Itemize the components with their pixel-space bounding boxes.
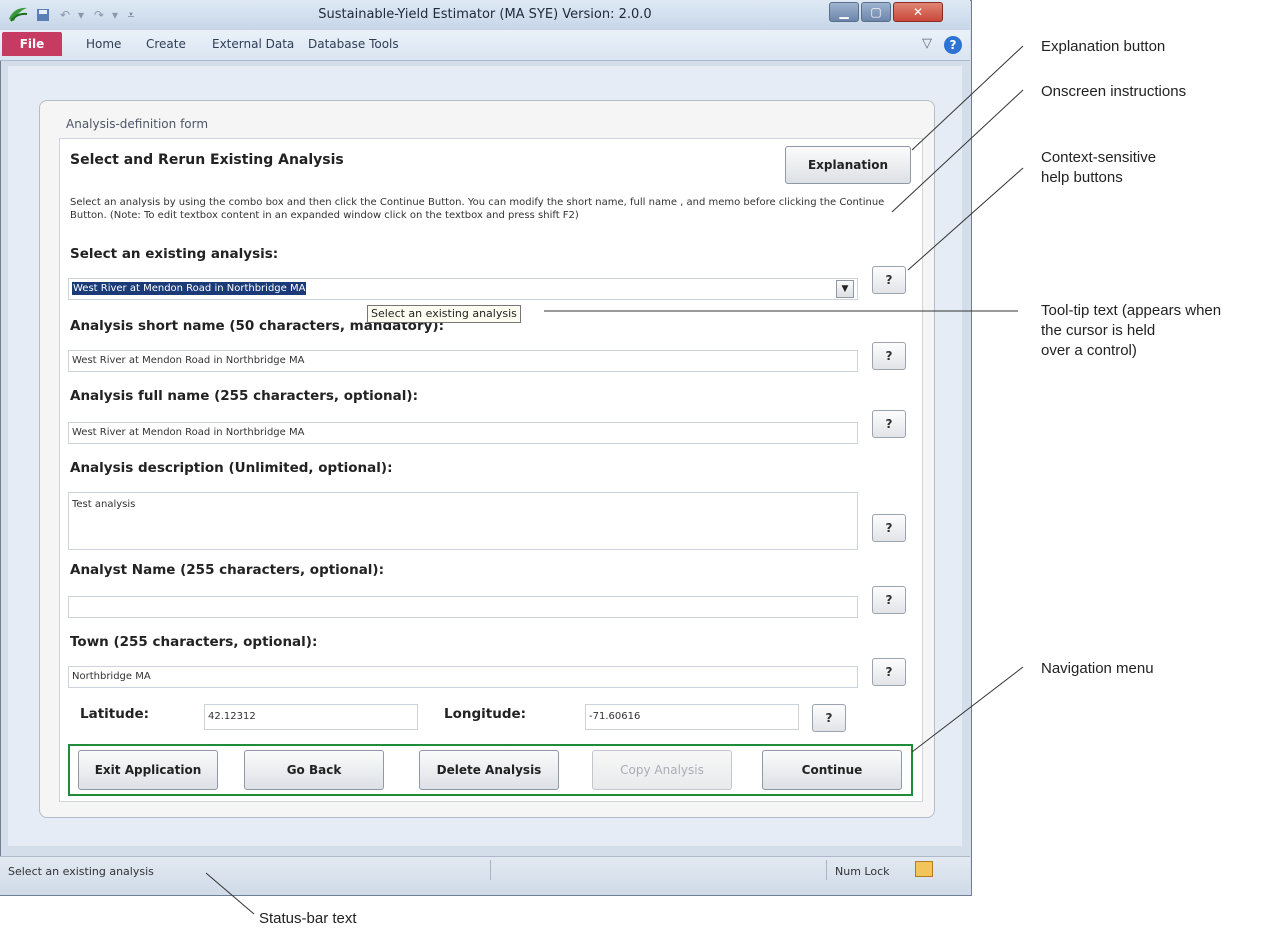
callout-help-buttons-line1: Context-sensitive — [1041, 149, 1157, 166]
callout-onscreen-instructions: Onscreen instructions — [1041, 83, 1187, 100]
callout-status-bar-text: Status-bar text — [259, 910, 357, 927]
callout-navigation-menu: Navigation menu — [1041, 660, 1154, 677]
callout-tooltip-line3: over a control) — [1041, 342, 1137, 359]
callout-leader-lines — [205, 45, 1024, 915]
callout-help-buttons-line2: help buttons — [1041, 169, 1123, 186]
callout-tooltip-line1: Tool-tip text (appears when — [1041, 302, 1222, 319]
callout-explanation-button: Explanation button — [1041, 38, 1166, 55]
callout-tooltip-line2: the cursor is held — [1041, 322, 1156, 339]
